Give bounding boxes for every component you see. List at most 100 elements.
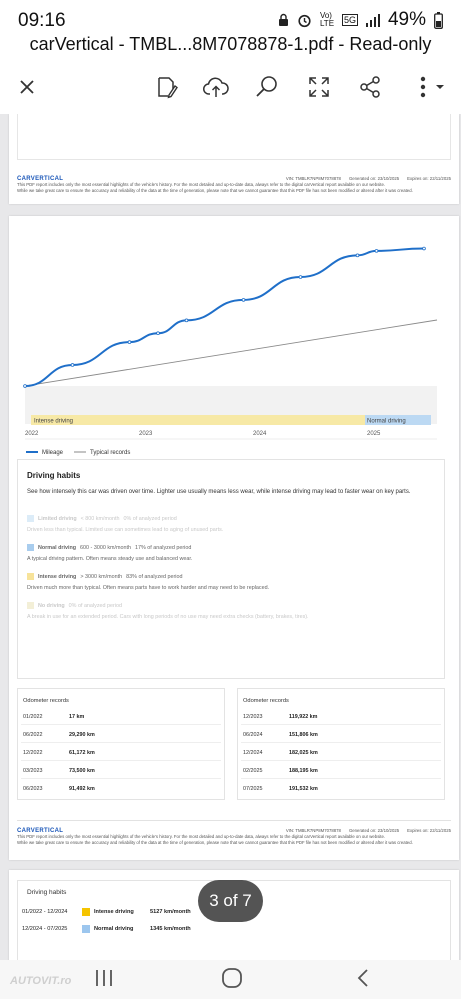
habit-intense-swatch bbox=[27, 573, 34, 580]
status-bar: 09:16 Vo) LTE 5G 49% bbox=[0, 0, 461, 38]
cloud-upload-icon bbox=[203, 77, 229, 97]
habit-normal-swatch bbox=[27, 544, 34, 551]
normal-swatch bbox=[82, 925, 90, 933]
x-tick-label: 2025 bbox=[367, 431, 381, 437]
mileage-point bbox=[374, 249, 379, 253]
back-button[interactable] bbox=[350, 965, 376, 991]
odo-date: 06/2022 bbox=[23, 732, 43, 738]
share-button[interactable] bbox=[355, 72, 385, 102]
habit-none: No driving 0% of analyzed period A break … bbox=[27, 602, 309, 620]
mileage-point bbox=[23, 384, 27, 388]
mileage-point bbox=[127, 340, 132, 344]
close-button[interactable] bbox=[12, 72, 42, 102]
battery-icon bbox=[434, 11, 443, 29]
pdf-page-3: Intense driving Normal driving 2022 2023 2… bbox=[9, 216, 459, 860]
table-row: 03/2023 73,500 km bbox=[21, 762, 221, 779]
odometer-header: Odometer records bbox=[243, 698, 289, 704]
network-indicator: 5G bbox=[341, 14, 358, 26]
period-label: Intense driving bbox=[94, 909, 134, 915]
more-vertical-icon bbox=[420, 76, 444, 98]
back-icon bbox=[357, 969, 368, 987]
odo-date: 12/2023 bbox=[243, 714, 263, 720]
habits-summary-row: 12/2024 - 07/2025 Normal driving 1345 km… bbox=[22, 925, 191, 933]
habits-summary-row: 01/2022 - 12/2024 Intense driving 5127 k… bbox=[22, 908, 191, 916]
footer-generated: Generated on: 23/10/2025 bbox=[348, 828, 400, 833]
habit-pct: 17% of analyzed period bbox=[135, 544, 192, 551]
mileage-point bbox=[184, 318, 189, 323]
alarm-icon bbox=[298, 14, 311, 27]
habit-range: > 3000 km/month bbox=[80, 573, 123, 580]
x-tick-label: 2022 bbox=[25, 431, 39, 437]
odo-date: 02/2025 bbox=[243, 768, 263, 774]
odo-value: 191,532 km bbox=[289, 786, 318, 792]
expand-button[interactable] bbox=[304, 72, 334, 102]
system-nav-bar: AUTOVIT.ro bbox=[0, 960, 461, 999]
odo-value: 151,806 km bbox=[289, 732, 318, 738]
odo-value: 182,025 km bbox=[289, 750, 318, 756]
footer-vin: VIN: TMBLR7NP8M7078878 bbox=[285, 828, 341, 833]
footer-meta: VIN: TMBLR7NP8M7078878 Generated on: 23/… bbox=[286, 828, 451, 834]
table-row: 06/2022 29,290 km bbox=[21, 726, 221, 743]
pdf-footer: CARVERTICAL This PDF report includes onl… bbox=[17, 176, 451, 193]
habit-range: 600 - 3000 km/month bbox=[80, 544, 131, 551]
share-icon bbox=[360, 76, 380, 98]
recents-button[interactable] bbox=[91, 965, 117, 991]
upload-button[interactable] bbox=[201, 72, 231, 102]
mileage-point bbox=[298, 275, 303, 279]
footer-generated: Generated on: 23/10/2025 bbox=[348, 176, 400, 181]
pdf-footer: CARVERTICAL This PDF report includes onl… bbox=[17, 820, 451, 845]
odo-value: 61,172 km bbox=[69, 750, 95, 756]
table-row: 06/2023 91,492 km bbox=[21, 780, 221, 797]
mileage-chart-svg: Intense driving Normal driving 2022 2023 2… bbox=[23, 246, 438, 456]
band-intense-label: Intense driving bbox=[34, 419, 73, 425]
draw-icon bbox=[158, 77, 178, 99]
toolbar bbox=[0, 66, 461, 108]
odo-value: 29,290 km bbox=[69, 732, 95, 738]
mileage-chart: Intense driving Normal driving 2022 2023 2… bbox=[17, 228, 445, 468]
habit-pct: 0% of analyzed period bbox=[68, 602, 122, 609]
lte-indicator: Vo) LTE bbox=[319, 11, 335, 28]
app-header: carVertical - TMBL...8M7078878-1.pdf - R… bbox=[0, 34, 461, 114]
page-2-card bbox=[17, 114, 451, 160]
odo-date: 12/2022 bbox=[23, 750, 43, 756]
mileage-points bbox=[23, 246, 426, 388]
mileage-point bbox=[70, 363, 75, 367]
odo-date: 06/2024 bbox=[243, 732, 263, 738]
odo-value: 119,922 km bbox=[289, 714, 318, 720]
band-normal-label: Normal driving bbox=[367, 419, 406, 425]
x-tick-label: 2024 bbox=[253, 431, 267, 437]
search-button[interactable] bbox=[252, 72, 282, 102]
habit-intense: Intense driving > 3000 km/month 83% of ana… bbox=[27, 573, 269, 591]
mileage-point bbox=[355, 253, 360, 258]
draw-button[interactable] bbox=[152, 72, 182, 102]
habit-desc: A break in use for an extended period. C… bbox=[27, 614, 309, 620]
table-row: 12/2022 61,172 km bbox=[21, 744, 221, 761]
search-icon bbox=[256, 76, 277, 97]
mileage-point bbox=[156, 331, 160, 336]
signal-icon bbox=[365, 13, 380, 27]
mileage-line bbox=[24, 247, 425, 387]
odo-value: 73,500 km bbox=[69, 768, 95, 774]
pdf-viewer[interactable]: CARVERTICAL This PDF report includes onl… bbox=[0, 114, 461, 960]
table-row: 06/2024 151,806 km bbox=[241, 726, 441, 743]
table-row: 01/2022 17 km bbox=[21, 708, 221, 725]
band-intense bbox=[31, 415, 365, 425]
home-button[interactable] bbox=[219, 965, 245, 991]
habit-desc: Driven less than typical. Limited use ca… bbox=[27, 527, 224, 533]
recents-icon bbox=[96, 970, 112, 986]
x-axis-ticks: 2022 2023 2024 2025 bbox=[25, 431, 381, 437]
period: 12/2024 - 07/2025 bbox=[22, 926, 68, 932]
habit-limited-swatch bbox=[27, 515, 34, 522]
period: 01/2022 - 12/2024 bbox=[22, 909, 68, 915]
habit-desc: Driven much more than typical. Often mea… bbox=[27, 585, 270, 591]
home-icon bbox=[222, 968, 242, 988]
habit-range: < 800 km/month bbox=[80, 515, 120, 522]
driving-habits-description: See how intensely this car was driven ov… bbox=[27, 489, 411, 495]
more-menu-button[interactable] bbox=[410, 72, 450, 102]
habits-summary-title: Driving habits bbox=[27, 889, 67, 896]
period-value: 5127 km/month bbox=[150, 909, 191, 915]
habit-desc: A typical driving pattern. Often means s… bbox=[27, 556, 193, 562]
driving-habits-title: Driving habits bbox=[27, 471, 81, 480]
page-indicator: 3 of 7 bbox=[198, 880, 263, 922]
footer-divider bbox=[17, 820, 451, 821]
